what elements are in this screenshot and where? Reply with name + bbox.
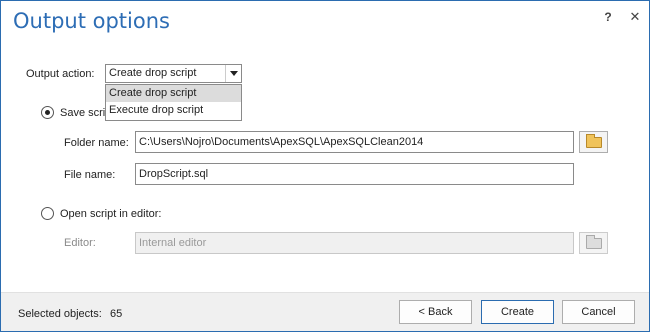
folder-icon (586, 235, 602, 249)
open-script-in-editor-label: Open script in editor: (60, 208, 162, 220)
selected-objects-count: 65 (110, 308, 123, 320)
cancel-button[interactable]: Cancel (562, 300, 635, 324)
chevron-down-icon[interactable] (225, 65, 241, 82)
close-button[interactable]: ✕ (628, 9, 642, 25)
editor-field: Internal editor (135, 232, 574, 254)
dropdown-option-create-drop-script[interactable]: Create drop script (106, 85, 241, 102)
folder-name-field[interactable]: C:\Users\Nojro\Documents\ApexSQL\ApexSQL… (135, 131, 574, 153)
dropdown-option-execute-drop-script[interactable]: Execute drop script (106, 102, 241, 119)
file-name-label: File name: (64, 169, 116, 181)
editor-browse-button (579, 232, 608, 254)
dialog-title: Output options (13, 9, 170, 33)
help-button[interactable]: ? (601, 10, 615, 24)
folder-icon (586, 134, 602, 148)
folder-name-label: Folder name: (64, 137, 129, 149)
back-button[interactable]: < Back (399, 300, 472, 324)
selected-objects-label: Selected objects: (18, 308, 102, 320)
save-script-radio[interactable] (41, 106, 54, 119)
output-action-select[interactable]: Create drop script (105, 64, 242, 83)
output-action-selected-value: Create drop script (109, 67, 197, 79)
editor-label: Editor: (64, 237, 96, 249)
folder-browse-button[interactable] (579, 131, 608, 153)
output-action-label: Output action: (26, 68, 95, 80)
save-script-label: Save scri (60, 107, 106, 119)
dialog-footer: Selected objects: 65 < Back Create Cance… (1, 292, 649, 331)
create-button[interactable]: Create (481, 300, 554, 324)
output-action-dropdown: Create drop script Execute drop script (105, 84, 242, 121)
file-name-field[interactable]: DropScript.sql (135, 163, 574, 185)
open-script-in-editor-radio[interactable] (41, 207, 54, 220)
output-options-dialog: Output options ? ✕ Output action: Create… (0, 0, 650, 332)
